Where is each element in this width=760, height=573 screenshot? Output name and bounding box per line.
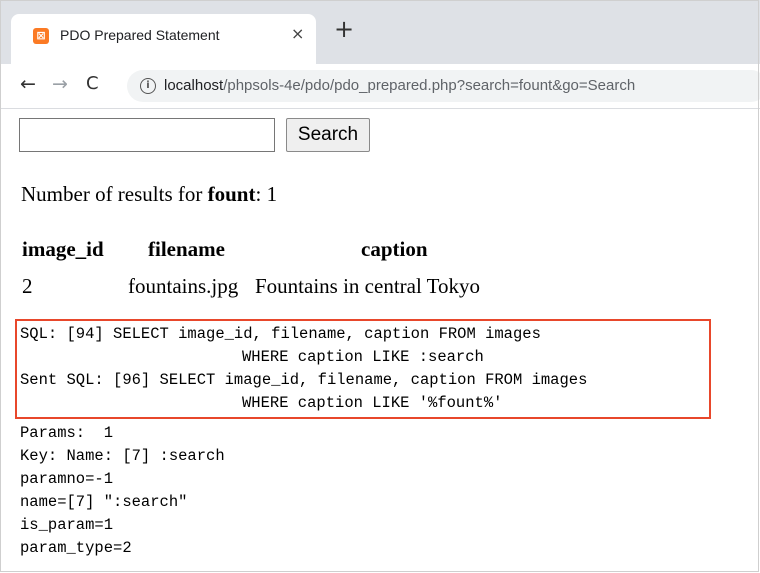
name-line: name=[7] ":search" [20,493,188,511]
new-tab-button[interactable]: + [334,17,354,41]
url-host: localhost [164,77,224,94]
url-path: /phpsols-4e/pdo/pdo_prepared.php?search=… [223,77,636,94]
paramno-line: paramno=-1 [20,470,114,488]
results-suffix: : 1 [255,182,278,206]
address-bar[interactable]: i localhost/phpsols-4e/pdo/pdo_prepared.… [127,70,760,102]
browser-tab[interactable]: ⊠ PDO Prepared Statement × [11,14,316,64]
sent-sql-line-2: WHERE caption LIKE '%fount%' [242,394,503,412]
tab-title: PDO Prepared Statement [60,27,220,43]
url-text[interactable]: localhost/phpsols-4e/pdo/pdo_prepared.ph… [164,77,635,94]
header-caption: caption [361,237,428,261]
cell-image-id: 2 [22,274,33,298]
cell-caption: Fountains in central Tokyo [255,274,481,298]
sql-line-2: WHERE caption LIKE :search [242,348,484,366]
browser-toolbar: ← → C i localhost/phpsols-4e/pdo/pdo_pre… [0,64,760,109]
forward-arrow-icon[interactable]: → [52,72,68,96]
tab-strip: ⊠ PDO Prepared Statement × + [0,0,760,64]
results-count: Number of results for fount: 1 [21,182,277,207]
info-icon[interactable]: i [140,78,156,94]
cell-filename: fountains.jpg [128,274,239,298]
header-filename: filename [148,237,225,261]
sent-sql-line-1: Sent SQL: [96] SELECT image_id, filename… [20,371,588,389]
results-prefix: Number of results for [21,182,208,206]
xampp-icon: ⊠ [33,28,49,44]
back-arrow-icon[interactable]: ← [20,72,36,96]
search-button[interactable]: Search [286,118,370,152]
params-line: Params: 1 [20,424,114,442]
header-image-id: image_id [22,237,104,261]
param-type-line: param_type=2 [20,539,132,557]
key-line: Key: Name: [7] :search [20,447,225,465]
search-input[interactable] [19,118,275,152]
reload-icon[interactable]: C [86,72,99,96]
search-term: fount [207,182,256,206]
close-tab-icon[interactable]: × [291,24,304,43]
is-param-line: is_param=1 [20,516,114,534]
sql-line-1: SQL: [94] SELECT image_id, filename, cap… [20,325,541,343]
